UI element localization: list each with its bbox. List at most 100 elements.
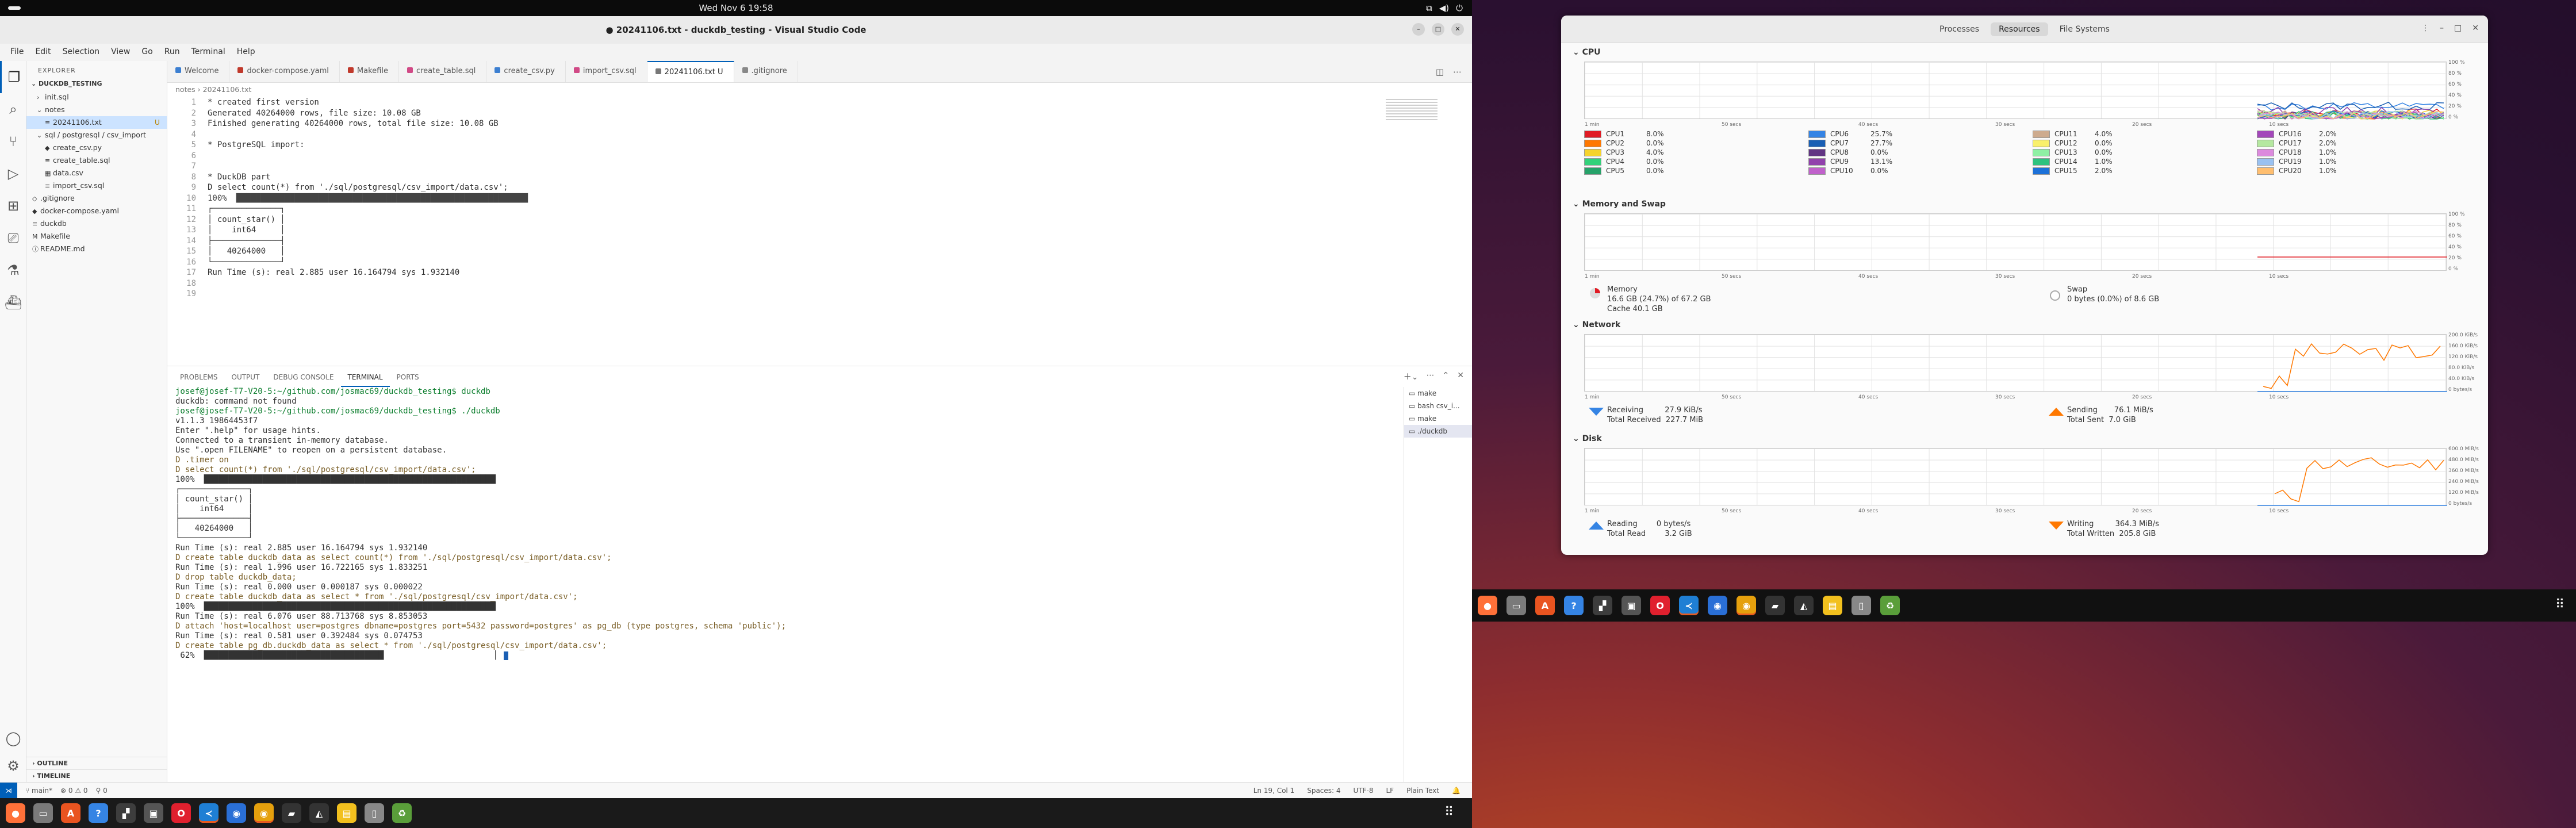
tab[interactable]: 20241106.txt U xyxy=(647,61,734,82)
search-icon[interactable]: ⌕ xyxy=(0,93,26,125)
end-of-line[interactable]: LF xyxy=(1386,787,1394,795)
tree-item[interactable]: ◇ .gitignore xyxy=(26,192,167,205)
network-title[interactable]: ⌄ Network xyxy=(1573,320,2475,329)
run-debug-icon[interactable]: ▷ xyxy=(0,158,26,190)
tree-item[interactable]: › init.sql xyxy=(26,91,167,103)
cpu-color-swatch[interactable] xyxy=(1584,140,1601,147)
chrome-icon[interactable]: ◉ xyxy=(1736,596,1756,615)
vscode-icon[interactable]: ≺ xyxy=(1679,596,1699,615)
tree-item[interactable]: ◆ create_csv.py xyxy=(26,141,167,154)
show-apps-icon[interactable]: ⠿ xyxy=(2555,597,2564,612)
cpu-color-swatch[interactable] xyxy=(1584,131,1601,138)
extensions-icon[interactable]: ⊞ xyxy=(0,190,26,222)
maximize-button[interactable]: □ xyxy=(1432,23,1444,36)
close-button[interactable]: ✕ xyxy=(1451,23,1464,36)
tab[interactable]: import_csv.sql xyxy=(566,61,647,82)
tree-item[interactable]: ≡ 20241106.txt U xyxy=(26,116,167,129)
terminal[interactable]: josef@josef-T7-V20-5:~/github.com/josmac… xyxy=(167,387,1398,783)
system-tray[interactable]: ⧉ ◀) ⏻ xyxy=(1426,3,1463,13)
more-actions-icon[interactable]: ⋯ xyxy=(1453,67,1462,77)
system-monitor-icon[interactable]: ▞ xyxy=(1593,596,1612,615)
remote-icon[interactable]: ⋊ xyxy=(0,783,17,799)
panel-tab-output[interactable]: OUTPUT xyxy=(225,366,267,387)
text-editor-icon[interactable]: ▯ xyxy=(365,803,384,823)
tab-resources[interactable]: Resources xyxy=(1991,22,2048,36)
cpu-color-swatch[interactable] xyxy=(1584,158,1601,166)
minimap[interactable] xyxy=(1386,99,1438,122)
tab[interactable]: create_table.sql xyxy=(399,61,487,82)
terminal-list-item[interactable]: ▭ ./duckdb xyxy=(1404,425,1472,438)
git-branch[interactable]: ⑂ main* xyxy=(25,787,52,795)
text-editor-icon[interactable]: ▯ xyxy=(1851,596,1871,615)
tab[interactable]: Makefile xyxy=(340,61,399,82)
cpu-color-swatch[interactable] xyxy=(1808,140,1826,147)
ports-count[interactable]: ⚲ 0 xyxy=(96,787,108,795)
menu-file[interactable]: File xyxy=(5,44,29,61)
more-actions-icon[interactable]: ⋯ xyxy=(1427,371,1435,382)
cpu-color-swatch[interactable] xyxy=(2257,131,2274,138)
breadcrumb[interactable]: notes › 20241106.txt xyxy=(167,83,1472,95)
testing-icon[interactable]: ⚗ xyxy=(0,254,26,286)
tree-item[interactable]: ▦ data.csv xyxy=(26,167,167,179)
panel-tab-ports[interactable]: PORTS xyxy=(390,366,426,387)
cpu-color-swatch[interactable] xyxy=(1808,158,1826,166)
cursor-position[interactable]: Ln 19, Col 1 xyxy=(1254,787,1295,795)
screenshot-icon[interactable]: ▣ xyxy=(1621,596,1641,615)
terminal-list-item[interactable]: ▭ make xyxy=(1404,387,1472,400)
cpu-color-swatch[interactable] xyxy=(1808,149,1826,156)
cpu-color-swatch[interactable] xyxy=(2257,158,2274,166)
notes-icon[interactable]: ▤ xyxy=(1823,596,1842,615)
files-icon[interactable]: ▭ xyxy=(33,803,53,823)
split-editor-icon[interactable]: ◫ xyxy=(1436,67,1444,77)
menu-view[interactable]: View xyxy=(105,44,136,61)
firefox-icon[interactable]: ● xyxy=(1478,596,1497,615)
show-apps-icon[interactable]: ⠿ xyxy=(1444,805,1460,821)
cpu-color-swatch[interactable] xyxy=(1584,167,1601,175)
trash-icon[interactable]: ♻ xyxy=(1880,596,1900,615)
maximize-panel-icon[interactable]: ⌃ xyxy=(1443,371,1450,382)
menu-selection[interactable]: Selection xyxy=(57,44,106,61)
docker-icon[interactable]: ⛴ xyxy=(0,286,26,319)
app-center-icon[interactable]: A xyxy=(61,803,80,823)
cpu-color-swatch[interactable] xyxy=(2033,167,2050,175)
tab[interactable]: Welcome xyxy=(167,61,230,82)
cpu-color-swatch[interactable] xyxy=(1808,131,1826,138)
workspace-root[interactable]: ⌄ DUCKDB_TESTING xyxy=(26,78,167,91)
cpu-color-swatch[interactable] xyxy=(2033,131,2050,138)
tree-item[interactable]: ≡ create_table.sql xyxy=(26,154,167,167)
system-monitor-icon[interactable]: ▞ xyxy=(116,803,136,823)
tree-item[interactable]: ⌄ sql / postgresql / csv_import xyxy=(26,129,167,141)
chromium-icon[interactable]: ◉ xyxy=(227,803,246,823)
language-mode[interactable]: Plain Text xyxy=(1406,787,1439,795)
tree-item[interactable]: ⌄ notes xyxy=(26,103,167,116)
cpu-color-swatch[interactable] xyxy=(2033,140,2050,147)
terminal-icon[interactable]: ▰ xyxy=(1765,596,1785,615)
terminal-icon[interactable]: ▰ xyxy=(282,803,301,823)
disk-title[interactable]: ⌄ Disk xyxy=(1573,434,2475,443)
inkscape-icon[interactable]: ◭ xyxy=(1794,596,1814,615)
menu-go[interactable]: Go xyxy=(136,44,158,61)
vscode-icon[interactable]: ≺ xyxy=(199,803,218,823)
tab-processes[interactable]: Processes xyxy=(1931,22,1987,36)
remote-explorer-icon[interactable]: ⎚ xyxy=(0,222,26,254)
terminal-list-item[interactable]: ▭ bash csv_i... xyxy=(1404,400,1472,412)
settings-gear-icon[interactable]: ⚙ xyxy=(0,750,26,782)
help-icon[interactable]: ? xyxy=(1564,596,1584,615)
cpu-color-swatch[interactable] xyxy=(2033,158,2050,166)
explorer-icon[interactable]: ❐ xyxy=(0,61,26,93)
cpu-color-swatch[interactable] xyxy=(2257,140,2274,147)
problems-count[interactable]: ⊗ 0 ⚠ 0 xyxy=(60,787,88,795)
tab[interactable]: .gitignore xyxy=(734,61,798,82)
menu-icon[interactable]: ⋮ xyxy=(2421,24,2429,33)
chromium-icon[interactable]: ◉ xyxy=(1708,596,1727,615)
encoding[interactable]: UTF-8 xyxy=(1354,787,1374,795)
memory-title[interactable]: ⌄ Memory and Swap xyxy=(1573,200,2475,209)
close-panel-icon[interactable]: ✕ xyxy=(1457,371,1464,382)
panel-tab-problems[interactable]: PROBLEMS xyxy=(173,366,225,387)
cpu-color-swatch[interactable] xyxy=(2257,149,2274,156)
inkscape-icon[interactable]: ◭ xyxy=(309,803,329,823)
tab[interactable]: create_csv.py xyxy=(486,61,566,82)
app-center-icon[interactable]: A xyxy=(1535,596,1555,615)
cpu-color-swatch[interactable] xyxy=(2033,149,2050,156)
cpu-color-swatch[interactable] xyxy=(1808,167,1826,175)
